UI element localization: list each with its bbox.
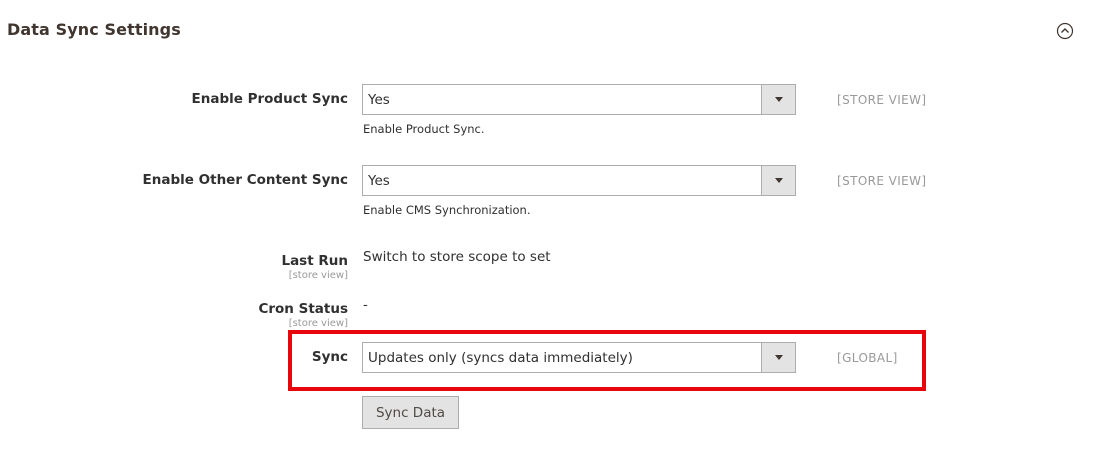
chevron-down-icon [775,355,783,360]
section-title[interactable]: Data Sync Settings [7,20,181,39]
enable-product-sync-note: Enable Product Sync. [363,122,485,136]
last-run-value: Switch to store scope to set [363,249,551,265]
enable-other-content-sync-select[interactable]: Yes [362,165,796,196]
sync-mode-select[interactable]: Updates only (syncs data immediately) [362,342,796,373]
enable-other-content-sync-label: Enable Other Content Sync [142,172,348,188]
last-run-scope: [store view] [288,270,348,281]
data-sync-settings-panel: Data Sync Settings Enable Product Sync Y… [0,0,1099,454]
enable-product-sync-select[interactable]: Yes [362,84,796,115]
enable-product-sync-value: Yes [368,92,390,108]
enable-other-content-sync-value: Yes [368,173,390,189]
cron-status-value: - [363,297,368,313]
sync-label: Sync [311,349,348,365]
collapse-section-button[interactable] [1056,22,1074,40]
dropdown-arrow [761,85,795,114]
chevron-down-icon [775,178,783,183]
last-run-label: Last Run [281,253,348,269]
chevron-up-circle-icon [1056,22,1074,40]
cron-status-label: Cron Status [258,301,348,317]
enable-product-sync-scope: [STORE VIEW] [837,93,927,107]
cron-status-scope: [store view] [288,318,348,329]
chevron-down-icon [775,97,783,102]
dropdown-arrow [761,166,795,195]
enable-product-sync-label: Enable Product Sync [191,91,348,107]
sync-mode-value: Updates only (syncs data immediately) [368,350,633,366]
sync-scope: [GLOBAL] [837,351,898,365]
dropdown-arrow [761,343,795,372]
enable-other-content-sync-note: Enable CMS Synchronization. [363,203,531,217]
enable-other-content-sync-scope: [STORE VIEW] [837,174,927,188]
sync-data-button[interactable]: Sync Data [362,396,459,429]
